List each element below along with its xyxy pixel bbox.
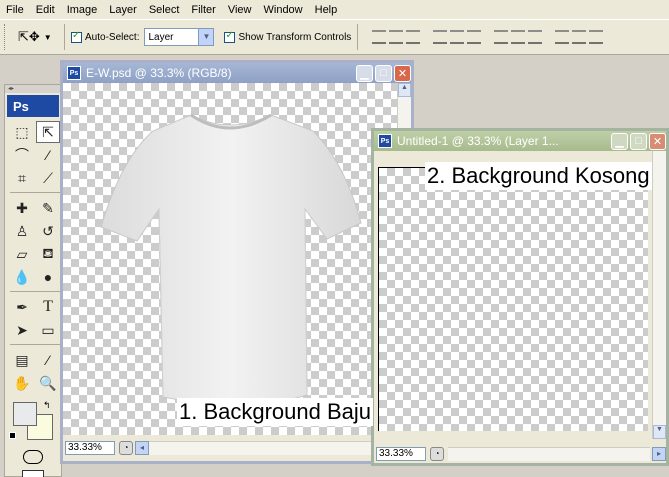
status-bar: 33.33% ◔ ◂: [63, 439, 411, 457]
document-canvas[interactable]: [63, 83, 397, 435]
menu-file[interactable]: File: [6, 4, 24, 16]
window-title: E-W.psd @ 33.3% (RGB/8): [86, 66, 232, 80]
close-button[interactable]: ✕: [394, 64, 411, 82]
distribute-top-icon[interactable]: [494, 30, 509, 44]
distribute-hcenter-icon[interactable]: [572, 30, 587, 44]
screen-mode-icon[interactable]: [22, 470, 44, 477]
foreground-color-swatch[interactable]: [13, 402, 37, 426]
ps-doc-icon: Ps: [67, 66, 81, 80]
tools-grid: ⬚ ⇱ ⌒ ⁄ ⌗ ⟋ ✚ ✎ ♙ ↺ ▱ ⛾ 💧 ● ✒ T ➤ ▭ ▤ ⁄ …: [5, 121, 61, 394]
move-icon[interactable]: ⇱: [36, 121, 60, 143]
distribute-vcenter-icon[interactable]: [511, 30, 526, 44]
pen-icon[interactable]: ✒: [10, 296, 34, 318]
scroll-right-icon[interactable]: ▸: [652, 447, 666, 461]
checkbox-box[interactable]: [71, 30, 82, 43]
zoom-field[interactable]: 33.33%: [65, 441, 115, 455]
crop-icon[interactable]: ⌗: [10, 167, 34, 189]
healing-icon[interactable]: ✚: [10, 197, 34, 219]
type-icon[interactable]: T: [36, 296, 60, 318]
annotation-background-baju: 1. Background Baju: [177, 398, 374, 426]
align-buttons: [372, 30, 606, 44]
document-canvas[interactable]: [378, 167, 648, 431]
horizontal-scrollbar[interactable]: [448, 447, 650, 461]
align-top-icon[interactable]: [372, 30, 387, 44]
marquee-icon[interactable]: ⬚: [10, 121, 34, 143]
menu-edit[interactable]: Edit: [36, 4, 55, 16]
menu-help[interactable]: Help: [315, 4, 338, 16]
color-swatches: ↰: [5, 400, 61, 446]
align-vcenter-icon[interactable]: [389, 30, 404, 44]
scroll-left-icon[interactable]: ◂: [135, 441, 149, 455]
align-bottom-icon[interactable]: [406, 30, 421, 44]
zoom-field[interactable]: 33.33%: [376, 447, 426, 461]
annotation-background-kosong: 2. Background Kosong: [425, 162, 652, 190]
align-right-icon[interactable]: [467, 30, 482, 44]
notes-icon[interactable]: ▤: [10, 349, 34, 371]
distribute-left-icon[interactable]: [555, 30, 570, 44]
menu-window[interactable]: Window: [264, 4, 303, 16]
default-colors-icon[interactable]: [9, 432, 16, 439]
dodge-icon[interactable]: ●: [36, 266, 60, 288]
window-title: Untitled-1 @ 33.3% (Layer 1...: [397, 134, 559, 148]
toolbox-panel: ◂▸ Ps ⬚ ⇱ ⌒ ⁄ ⌗ ⟋ ✚ ✎ ♙ ↺ ▱ ⛾ 💧 ● ✒ T ➤ …: [4, 84, 62, 477]
close-button[interactable]: ✕: [649, 132, 666, 150]
auto-select-value: Layer: [148, 31, 174, 43]
stamp-icon[interactable]: ♙: [10, 220, 34, 242]
options-bar: ⇱✥ ▼ Auto-Select: Layer ▼ Show Transform…: [0, 19, 669, 55]
menu-layer[interactable]: Layer: [109, 4, 137, 16]
slice-icon[interactable]: ⟋: [36, 167, 60, 189]
menu-bar: File Edit Image Layer Select Filter View…: [0, 0, 669, 19]
tshirt-image: [100, 113, 362, 406]
auto-select-checkbox[interactable]: Auto-Select:: [71, 30, 140, 43]
eraser-icon[interactable]: ▱: [10, 243, 34, 265]
maximize-button[interactable]: □: [375, 64, 392, 82]
tool-preset-picker[interactable]: ⇱✥ ▼: [18, 29, 58, 45]
divider: [357, 24, 359, 50]
menu-image[interactable]: Image: [67, 4, 98, 16]
eyedropper-icon[interactable]: ⁄: [36, 349, 60, 371]
chevron-down-icon: ▼: [43, 32, 52, 42]
options-grip[interactable]: [4, 24, 10, 50]
bucket-icon[interactable]: ⛾: [36, 243, 60, 265]
path-select-icon[interactable]: ➤: [10, 319, 34, 341]
swap-colors-icon[interactable]: ↰: [43, 400, 51, 411]
move-tool-icon: ⇱✥: [18, 29, 40, 44]
align-hcenter-icon[interactable]: [450, 30, 465, 44]
status-menu-icon[interactable]: ◔: [119, 441, 133, 455]
menu-view[interactable]: View: [228, 4, 252, 16]
shape-icon[interactable]: ▭: [36, 319, 60, 341]
blur-icon[interactable]: 💧: [10, 266, 34, 288]
window-titlebar[interactable]: Ps E-W.psd @ 33.3% (RGB/8) ▁ □ ✕: [63, 63, 411, 83]
show-transform-label: Show Transform Controls: [238, 31, 352, 43]
magic-wand-icon[interactable]: ⁄: [36, 144, 60, 166]
minimize-button[interactable]: ▁: [611, 132, 628, 150]
show-transform-checkbox[interactable]: Show Transform Controls: [224, 30, 352, 43]
distribute-bottom-icon[interactable]: [528, 30, 543, 44]
window-titlebar[interactable]: Ps Untitled-1 @ 33.3% (Layer 1... ▁ □ ✕: [374, 131, 666, 151]
toolbox-grip[interactable]: ◂▸: [5, 85, 61, 93]
auto-select-label: Auto-Select:: [85, 31, 140, 43]
hand-icon[interactable]: ✋: [10, 372, 34, 394]
vertical-scrollbar[interactable]: ▼: [652, 151, 666, 439]
checkbox-box[interactable]: [224, 30, 236, 43]
menu-filter[interactable]: Filter: [191, 4, 215, 16]
dropdown-arrow-icon[interactable]: ▼: [198, 29, 214, 45]
quick-mask-icon[interactable]: [23, 450, 43, 464]
history-brush-icon[interactable]: ↺: [36, 220, 60, 242]
photoshop-logo[interactable]: Ps: [7, 95, 59, 117]
zoom-icon[interactable]: 🔍: [36, 372, 60, 394]
status-bar: 33.33% ◔ ▸: [374, 445, 666, 463]
maximize-button[interactable]: □: [630, 132, 647, 150]
brush-icon[interactable]: ✎: [36, 197, 60, 219]
divider: [64, 24, 65, 50]
distribute-right-icon[interactable]: [589, 30, 604, 44]
menu-select[interactable]: Select: [149, 4, 180, 16]
minimize-button[interactable]: ▁: [356, 64, 373, 82]
lasso-icon[interactable]: ⌒: [10, 144, 34, 166]
auto-select-dropdown[interactable]: Layer ▼: [144, 28, 215, 46]
align-left-icon[interactable]: [433, 30, 448, 44]
status-menu-icon[interactable]: ◔: [430, 447, 444, 461]
ps-doc-icon: Ps: [378, 134, 392, 148]
